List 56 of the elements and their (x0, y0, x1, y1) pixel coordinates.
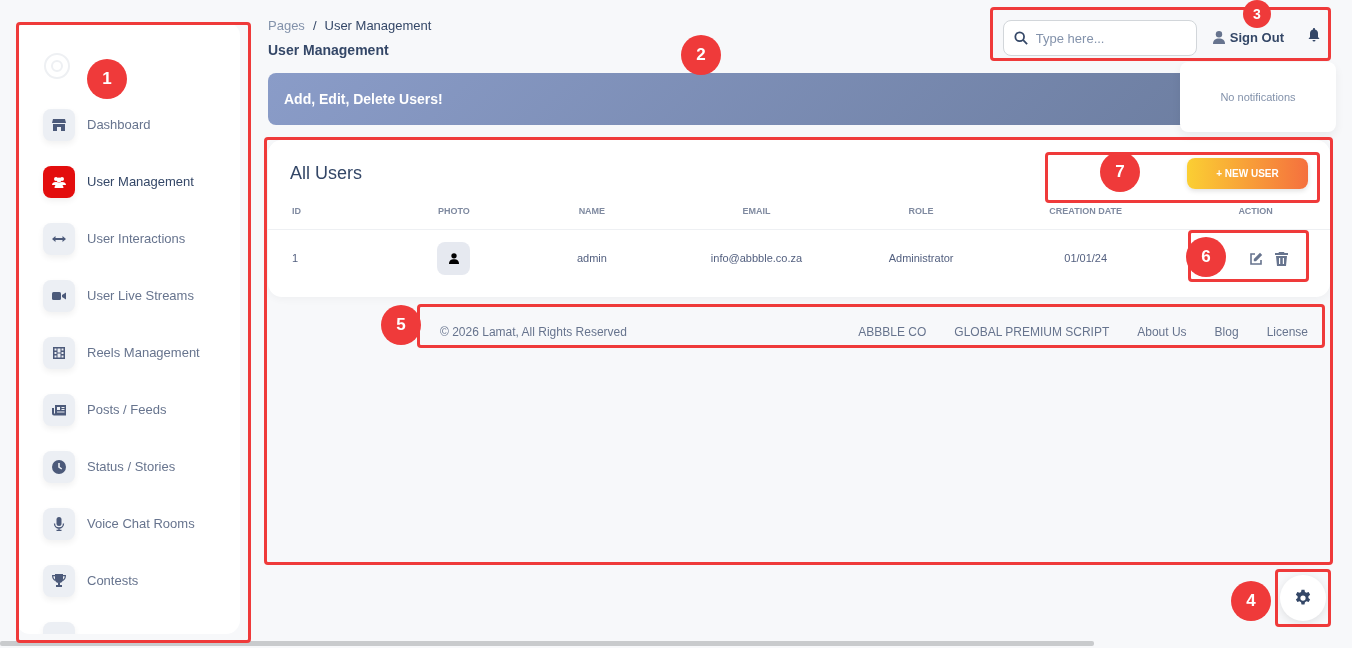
column-header: ROLE (908, 206, 934, 216)
sidebar-item[interactable]: Status / Stories (43, 438, 240, 495)
clock-icon (52, 459, 66, 474)
table-cell: admin (576, 252, 607, 264)
column-header: ID (292, 206, 301, 216)
users-icon (52, 174, 66, 189)
person-icon (448, 252, 459, 264)
footer-link[interactable]: About Us (1137, 325, 1187, 339)
sidebar-item[interactable]: Reels Management (43, 324, 240, 381)
breadcrumb-separator: / (312, 18, 317, 33)
sidebar-item[interactable]: Posts / Feeds (43, 381, 240, 438)
footer-link[interactable]: ABBBLE CO (858, 325, 927, 339)
sidebar-item[interactable]: Voice Chat Rooms (43, 495, 240, 552)
column-header: NAME (578, 206, 606, 216)
footer-link[interactable]: Blog (1214, 325, 1239, 339)
store-icon (52, 117, 66, 132)
horizontal-scrollbar[interactable] (0, 641, 1094, 646)
edit-icon (1249, 252, 1263, 267)
trash-icon (1275, 252, 1288, 267)
settings-icon (1294, 589, 1312, 607)
film-icon (52, 345, 66, 360)
settings-button[interactable] (1280, 575, 1326, 621)
sidebar-item[interactable]: Contests (43, 552, 240, 609)
table-cell: 1 (292, 252, 299, 264)
column-header: ACTION (1238, 206, 1273, 216)
sidebar-item[interactable]: Dashboard (43, 96, 240, 153)
annotation-marker: 3 (1243, 0, 1271, 28)
footer-link[interactable]: License (1266, 325, 1308, 339)
copyright-text: © 2026 Lamat, All Rights Reserved (440, 324, 627, 341)
column-header: EMAIL (742, 206, 771, 216)
annotation-marker: 2 (681, 35, 721, 75)
table-cell: Administrator (888, 252, 954, 264)
annotation-marker: 5 (381, 305, 421, 345)
breadcrumb-current: User Management (324, 18, 432, 33)
search-field[interactable]: Type here... (1002, 20, 1197, 56)
sign-out-link[interactable]: Sign Out (1212, 28, 1284, 48)
newspaper-icon (52, 402, 66, 417)
sidebar-item[interactable]: User Interactions (43, 210, 240, 267)
trophy-icon (52, 573, 66, 588)
annotation-marker: 4 (1231, 581, 1271, 621)
sidebar-item[interactable]: User Management (43, 153, 240, 210)
microphone-icon (52, 516, 66, 531)
bell-icon[interactable] (1308, 28, 1320, 42)
table-cell: info@abbble.co.za (710, 252, 803, 264)
sidebar-item[interactable]: User Live Streams (43, 267, 240, 324)
column-header: PHOTO (437, 206, 470, 216)
breadcrumb-link[interactable]: Pages (268, 18, 305, 33)
footer-link[interactable]: GLOBAL PREMIUM SCRIPT (954, 325, 1110, 339)
card-title: All Users (290, 162, 362, 185)
table-cell: 01/01/24 (1064, 252, 1108, 264)
page-title: User Management (268, 40, 390, 60)
notifications-menu: No notifications (1180, 62, 1336, 132)
annotation-frame (1275, 569, 1331, 627)
column-header: CREATION DATE (1049, 206, 1122, 216)
search-icon (1013, 31, 1028, 45)
user-icon (1212, 31, 1225, 45)
